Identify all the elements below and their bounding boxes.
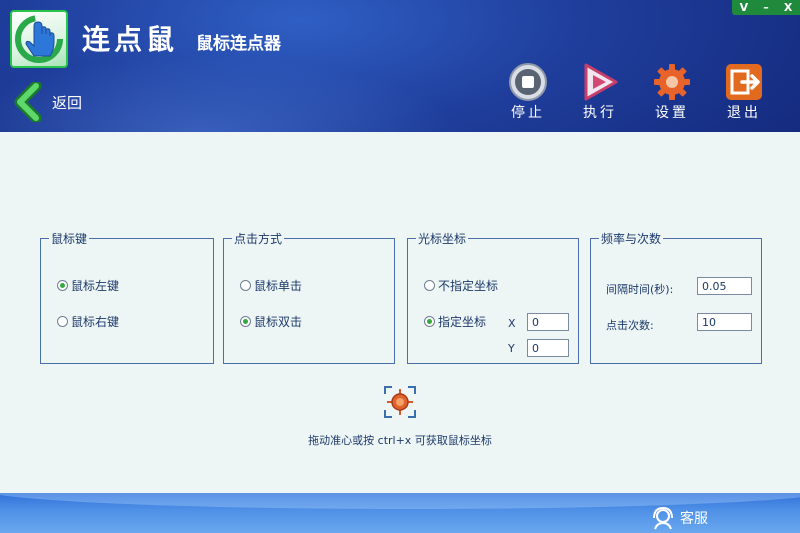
main-content: 鼠标键 鼠标左键 鼠标右键 点击方式 鼠标单击 鼠标双击 光标坐标 不指定坐标 … bbox=[0, 132, 800, 493]
interval-label: 间隔时间(秒): bbox=[606, 283, 674, 296]
close-button[interactable]: X bbox=[784, 0, 792, 15]
radio-left-button[interactable]: 鼠标左键 bbox=[57, 277, 119, 294]
gear-icon bbox=[654, 64, 690, 100]
click-mode-legend: 点击方式 bbox=[234, 232, 283, 246]
stop-button[interactable]: 停止 bbox=[500, 62, 556, 124]
x-label: X bbox=[508, 317, 516, 330]
exit-label: 退出 bbox=[727, 105, 761, 121]
radio-unspecified-label: 不指定坐标 bbox=[438, 279, 499, 293]
header-bar: V – X 连点鼠 鼠标连点器 返回 停止 执行 设置 退出 bbox=[0, 0, 800, 132]
app-title: 连点鼠 bbox=[82, 23, 179, 56]
minimize-button[interactable]: – bbox=[763, 0, 769, 15]
radio-single-label: 鼠标单击 bbox=[254, 279, 303, 293]
back-button[interactable]: 返回 bbox=[12, 82, 82, 122]
y-coord-input[interactable] bbox=[527, 339, 569, 357]
radio-unspecified-coords[interactable]: 不指定坐标 bbox=[424, 277, 498, 294]
mouse-button-legend: 鼠标键 bbox=[51, 232, 88, 246]
support-button[interactable]: 客服 bbox=[650, 505, 708, 531]
radio-right-label: 鼠标右键 bbox=[71, 315, 120, 329]
interval-input[interactable] bbox=[697, 277, 752, 295]
crosshair-icon bbox=[384, 386, 416, 418]
window-controls: V – X bbox=[732, 0, 800, 15]
exit-button[interactable]: 退出 bbox=[716, 62, 772, 124]
radio-indicator[interactable] bbox=[240, 280, 251, 291]
hand-cursor-icon bbox=[15, 15, 63, 63]
stop-icon bbox=[509, 63, 547, 101]
settings-button[interactable]: 设置 bbox=[644, 62, 700, 124]
crosshair-handle[interactable] bbox=[383, 385, 417, 419]
radio-double-click[interactable]: 鼠标双击 bbox=[240, 313, 302, 330]
radio-indicator[interactable] bbox=[57, 280, 68, 291]
radio-double-label: 鼠标双击 bbox=[254, 315, 303, 329]
radio-right-button[interactable]: 鼠标右键 bbox=[57, 313, 119, 330]
footer-bar: 客服 bbox=[0, 493, 800, 533]
count-input[interactable] bbox=[697, 313, 752, 331]
toolbar: 停止 执行 设置 退出 bbox=[500, 62, 800, 128]
radio-left-label: 鼠标左键 bbox=[71, 279, 120, 293]
click-mode-group: 点击方式 鼠标单击 鼠标双击 bbox=[223, 230, 395, 364]
run-label: 执行 bbox=[583, 105, 617, 121]
chevron-left-icon bbox=[14, 82, 42, 122]
exit-icon bbox=[726, 64, 762, 100]
settings-label: 设置 bbox=[655, 105, 689, 121]
radio-indicator[interactable] bbox=[424, 316, 435, 327]
y-label: Y bbox=[508, 342, 515, 355]
dropdown-button[interactable]: V bbox=[740, 0, 749, 15]
app-subtitle: 鼠标连点器 bbox=[196, 34, 281, 54]
app-logo bbox=[10, 10, 68, 68]
radio-single-click[interactable]: 鼠标单击 bbox=[240, 277, 302, 294]
radio-indicator[interactable] bbox=[424, 280, 435, 291]
cursor-coords-legend: 光标坐标 bbox=[418, 232, 467, 246]
support-label: 客服 bbox=[680, 511, 708, 527]
run-button[interactable]: 执行 bbox=[572, 62, 628, 124]
headset-icon bbox=[653, 506, 673, 530]
hint-text: 拖动准心或按 ctrl+x 可获取鼠标坐标 bbox=[308, 434, 492, 447]
x-coord-input[interactable] bbox=[527, 313, 569, 331]
radio-indicator[interactable] bbox=[57, 316, 68, 327]
stop-label: 停止 bbox=[511, 105, 545, 121]
radio-specified-coords[interactable]: 指定坐标 bbox=[424, 313, 486, 330]
frequency-legend: 频率与次数 bbox=[601, 232, 662, 246]
play-icon bbox=[584, 63, 618, 101]
cursor-coords-group: 光标坐标 不指定坐标 指定坐标 X Y bbox=[407, 230, 579, 364]
back-label: 返回 bbox=[52, 93, 83, 112]
count-label: 点击次数: bbox=[606, 319, 654, 332]
mouse-button-group: 鼠标键 鼠标左键 鼠标右键 bbox=[40, 230, 214, 364]
radio-indicator[interactable] bbox=[240, 316, 251, 327]
radio-specified-label: 指定坐标 bbox=[438, 315, 487, 329]
frequency-group: 频率与次数 间隔时间(秒): 点击次数: bbox=[590, 230, 762, 364]
